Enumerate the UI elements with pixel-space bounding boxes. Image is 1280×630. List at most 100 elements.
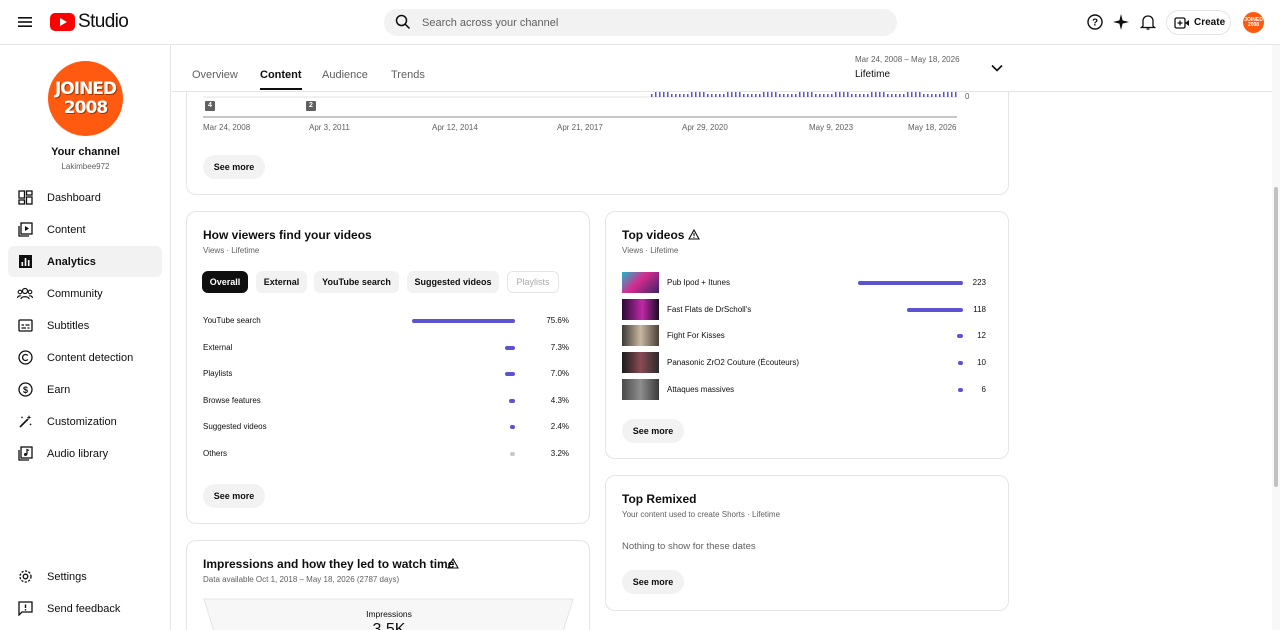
timeline-view-bar bbox=[827, 94, 829, 97]
subtitles-icon bbox=[17, 319, 33, 332]
sidebar-item-label: Subtitles bbox=[47, 319, 90, 332]
timeline-view-bar bbox=[791, 94, 793, 97]
video-title[interactable]: Pub Ipod + Itunes bbox=[667, 278, 730, 287]
top-video-row[interactable]: Fight For Kisses 12 bbox=[622, 325, 988, 347]
video-thumbnail[interactable] bbox=[622, 325, 659, 347]
timeline-view-bar bbox=[747, 94, 749, 97]
timeline-marker[interactable]: 4 bbox=[205, 101, 215, 111]
timeline-view-bar bbox=[899, 94, 901, 97]
see-more-button[interactable]: See more bbox=[622, 419, 684, 443]
video-thumbnail[interactable] bbox=[622, 378, 659, 400]
sidebar-item-analytics[interactable]: Analytics bbox=[8, 246, 162, 277]
timeline-view-bar bbox=[831, 94, 833, 97]
scrollbar-thumb[interactable] bbox=[1274, 187, 1278, 487]
timeline-view-bar bbox=[815, 94, 817, 97]
sidebar-item-content[interactable]: Content bbox=[8, 214, 162, 245]
funnel-value: 3.5K bbox=[372, 621, 406, 630]
warning-icon[interactable] bbox=[447, 558, 459, 569]
studio-logo[interactable]: Studio bbox=[50, 11, 129, 33]
warning-icon[interactable] bbox=[688, 229, 700, 240]
traffic-source-row[interactable]: Others 3.2% bbox=[203, 446, 569, 462]
x-axis-label: Mar 24, 2008 bbox=[203, 123, 251, 132]
video-title[interactable]: Attaques massives bbox=[667, 385, 734, 394]
video-title[interactable]: Fight For Kisses bbox=[667, 331, 725, 340]
traffic-source-row[interactable]: External 7.3% bbox=[203, 340, 569, 356]
search-bar[interactable] bbox=[384, 9, 897, 36]
video-views-bar bbox=[858, 281, 963, 285]
timeline-view-bar bbox=[903, 94, 905, 97]
traffic-source-percent: 7.3% bbox=[550, 342, 569, 352]
sidebar-item-earn[interactable]: $ Earn bbox=[8, 374, 162, 405]
timeline-view-bar bbox=[671, 94, 673, 97]
traffic-source-bar bbox=[510, 425, 515, 430]
notifications-bell-icon[interactable] bbox=[1139, 13, 1157, 31]
traffic-source-row[interactable]: Browse features 4.3% bbox=[203, 393, 569, 409]
funnel-label: Impressions bbox=[366, 609, 412, 619]
channel-avatar[interactable]: JOINED 2008 bbox=[48, 61, 123, 136]
sidebar-item-send-feedback[interactable]: Send feedback bbox=[8, 593, 162, 624]
timeline-view-bar bbox=[939, 94, 941, 97]
hamburger-menu-icon[interactable] bbox=[16, 13, 34, 31]
video-thumbnail[interactable] bbox=[622, 298, 659, 320]
traffic-source-percent: 2.4% bbox=[550, 422, 569, 432]
card-title: Top videos bbox=[622, 228, 685, 242]
see-more-button[interactable]: See more bbox=[203, 155, 265, 179]
sidebar-item-label: Dashboard bbox=[47, 191, 101, 204]
chip-overall[interactable]: Overall bbox=[202, 271, 248, 293]
sidebar-item-label: Send feedback bbox=[47, 602, 121, 615]
video-title[interactable]: Fast Flats de DrScholl's bbox=[667, 305, 751, 314]
video-title[interactable]: Panasonic ZrO2 Couture (Écouteurs) bbox=[667, 358, 799, 367]
chip-youtube-search[interactable]: YouTube search bbox=[314, 271, 399, 293]
sidebar-item-content-detection[interactable]: Content detection bbox=[8, 342, 162, 373]
video-thumbnail[interactable] bbox=[622, 272, 659, 293]
timeline-view-bar bbox=[787, 94, 789, 97]
tab-trends[interactable]: Trends bbox=[391, 69, 425, 81]
search-input[interactable] bbox=[422, 9, 882, 36]
sidebar-item-label: Analytics bbox=[47, 255, 96, 268]
tab-content[interactable]: Content bbox=[260, 69, 302, 90]
timeline-view-bar bbox=[927, 94, 929, 97]
create-button[interactable]: Create bbox=[1166, 10, 1231, 35]
traffic-source-row[interactable]: Suggested videos 2.4% bbox=[203, 419, 569, 435]
sidebar-item-subtitles[interactable]: Subtitles bbox=[8, 310, 162, 341]
timeline-view-bar bbox=[859, 94, 861, 97]
help-icon[interactable]: ? bbox=[1086, 13, 1104, 31]
timeline-view-bar bbox=[887, 94, 889, 97]
timeline-view-bar bbox=[687, 94, 689, 97]
top-video-row[interactable]: Attaques massives 6 bbox=[622, 378, 988, 401]
see-more-button[interactable]: See more bbox=[622, 570, 684, 594]
chip-external[interactable]: External bbox=[256, 271, 307, 293]
traffic-source-row[interactable]: YouTube search 75.6% bbox=[203, 313, 569, 329]
date-range-picker[interactable]: Mar 24, 2008 – May 18, 2026 Lifetime bbox=[855, 55, 1003, 80]
traffic-source-percent: 75.6% bbox=[546, 316, 569, 325]
chip-suggested-videos[interactable]: Suggested videos bbox=[407, 271, 499, 293]
video-thumbnail[interactable] bbox=[622, 352, 659, 374]
tab-overview[interactable]: Overview bbox=[192, 69, 238, 81]
sidebar-item-customization[interactable]: Customization bbox=[8, 406, 162, 437]
top-video-row[interactable]: Fast Flats de DrScholl's 118 bbox=[622, 298, 988, 321]
video-views-count: 6 bbox=[981, 384, 986, 394]
timeline-view-bar bbox=[823, 94, 825, 97]
dashboard-icon bbox=[17, 190, 33, 205]
top-video-row[interactable]: Pub Ipod + Itunes 223 bbox=[622, 272, 988, 294]
see-more-button[interactable]: See more bbox=[203, 484, 265, 508]
page-scrollbar[interactable] bbox=[1272, 45, 1280, 630]
card-title: How viewers find your videos bbox=[203, 228, 372, 242]
timeline-view-bar bbox=[651, 94, 653, 97]
timeline-view-bar bbox=[679, 94, 681, 97]
traffic-source-bar bbox=[510, 452, 515, 456]
sparkle-icon[interactable] bbox=[1112, 13, 1130, 31]
tab-audience[interactable]: Audience bbox=[322, 69, 368, 81]
account-avatar[interactable]: JOINED 2008 bbox=[1243, 12, 1264, 33]
traffic-source-row[interactable]: Playlists 7.0% bbox=[203, 366, 569, 382]
top-video-row[interactable]: Panasonic ZrO2 Couture (Écouteurs) 10 bbox=[622, 352, 988, 374]
analytics-icon bbox=[18, 255, 32, 268]
content-icon bbox=[17, 222, 33, 237]
sidebar-item-dashboard[interactable]: Dashboard bbox=[8, 182, 162, 213]
sidebar-item-community[interactable]: Community bbox=[8, 278, 162, 309]
sidebar-item-label: Settings bbox=[47, 570, 87, 583]
sidebar-item-audio-library[interactable]: Audio library bbox=[8, 438, 162, 469]
sidebar-item-settings[interactable]: Settings bbox=[8, 561, 162, 592]
timeline-marker[interactable]: 2 bbox=[306, 101, 316, 111]
traffic-source-name: Browse features bbox=[203, 395, 261, 405]
